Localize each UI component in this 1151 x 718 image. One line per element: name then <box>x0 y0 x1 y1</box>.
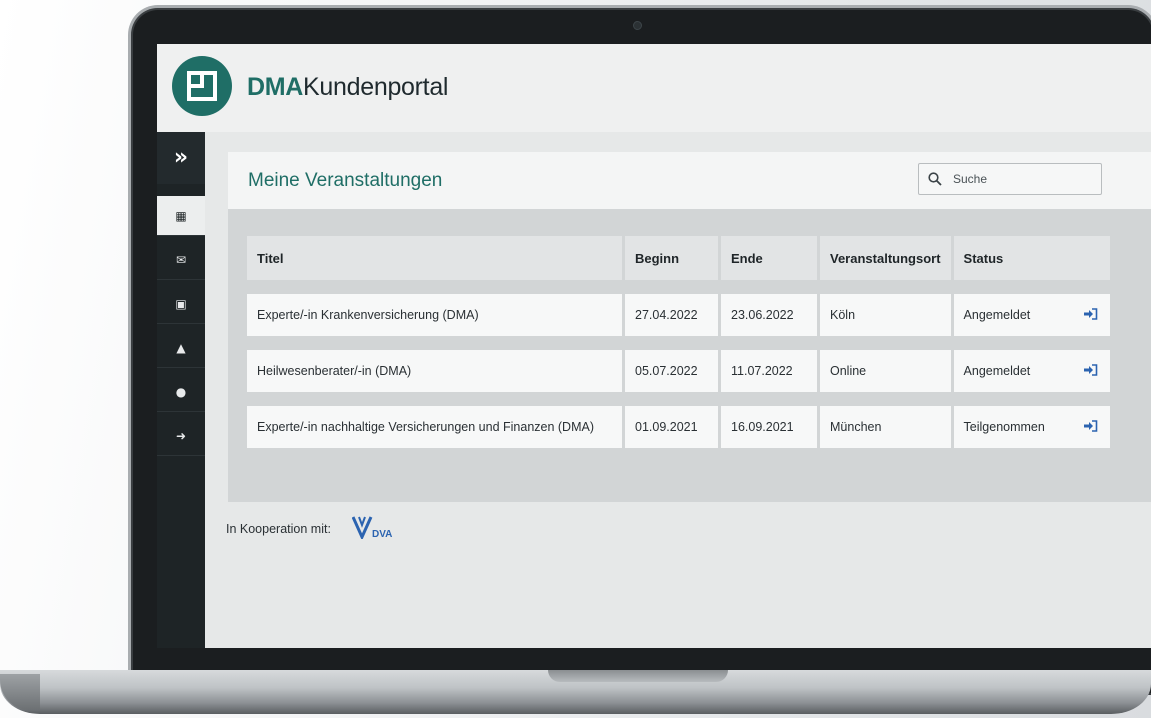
table-row[interactable]: Experte/-in nachhaltige Versicherungen u… <box>247 406 1110 448</box>
mail-icon: ✉ <box>175 253 187 267</box>
column-header-location[interactable]: Veranstaltungsort <box>820 236 951 280</box>
logout-icon: ➜ <box>175 429 187 443</box>
panel-header: Meine Veranstaltungen Suche <box>228 152 1151 209</box>
sidebar-expand-button[interactable]: » <box>157 132 205 184</box>
cell-title: Experte/-in Krankenversicherung (DMA) <box>247 294 622 336</box>
app-header: DMAKundenportal <box>157 44 1151 132</box>
login-icon[interactable] <box>1083 364 1098 376</box>
cell-location-text: München <box>830 420 882 434</box>
brand-bold: DMA <box>247 73 304 101</box>
cell-begin-text: 01.09.2021 <box>635 420 698 434</box>
dma-logo[interactable] <box>172 56 232 116</box>
cell-end-text: 16.09.2021 <box>731 420 794 434</box>
sidebar-item-id-card[interactable]: ▣ <box>157 284 205 324</box>
cell-status-text: Teilgenommen <box>963 420 1045 434</box>
column-header-status[interactable]: Status <box>953 236 1110 280</box>
cooperation-label: In Kooperation mit: <box>226 522 331 536</box>
cell-title: Heilwesenberater/-in (DMA) <box>247 350 622 392</box>
login-icon[interactable] <box>1083 308 1098 320</box>
calendar-icon: ▦ <box>175 209 187 223</box>
cell-end: 11.07.2022 <box>721 350 817 392</box>
cell-status-text: Angemeldet <box>963 364 1031 378</box>
search-placeholder: Suche <box>953 172 988 186</box>
sidebar-item-calendar[interactable]: ▦ <box>157 196 205 236</box>
cell-title-text: Experte/-in nachhaltige Versicherungen u… <box>257 420 594 434</box>
cell-status-text: Angemeldet <box>963 308 1031 322</box>
laptop-notch <box>548 670 728 682</box>
search-icon <box>928 172 942 186</box>
id-card-icon: ▣ <box>175 297 187 311</box>
search-input[interactable]: Suche <box>918 163 1102 195</box>
cell-status: Angemeldet <box>953 350 1110 392</box>
screen: DMAKundenportal » ▦ ✉ ▣ ▲ ● ➜ Meine Veranstal… <box>157 44 1151 648</box>
cell-begin: 01.09.2021 <box>625 406 718 448</box>
table-header-row: Titel Beginn Ende Veranstaltungsort Stat… <box>247 236 1110 280</box>
events-panel: Meine Veranstaltungen Suche Titel Beginn… <box>228 152 1151 502</box>
cell-end-text: 23.06.2022 <box>731 308 794 322</box>
dva-logo-text: DVA <box>372 529 393 540</box>
column-header-begin[interactable]: Beginn <box>625 236 718 280</box>
cell-title: Experte/-in nachhaltige Versicherungen u… <box>247 406 622 448</box>
cell-begin-text: 27.04.2022 <box>635 308 698 322</box>
table-row[interactable]: Heilwesenberater/-in (DMA) 05.07.2022 11.0… <box>247 350 1110 392</box>
cell-end-text: 11.07.2022 <box>731 364 793 378</box>
column-header-end[interactable]: Ende <box>721 236 817 280</box>
webcam <box>633 21 642 30</box>
cell-location-text: Köln <box>830 308 856 322</box>
cell-location-text: Online <box>830 364 867 378</box>
brand-title: DMAKundenportal <box>247 73 448 102</box>
sidebar-item-settings[interactable]: ● <box>157 372 205 412</box>
laptop-base-edge <box>0 674 40 710</box>
cell-begin: 05.07.2022 <box>625 350 718 392</box>
settings-icon: ● <box>175 385 187 399</box>
sidebar-item-mail[interactable]: ✉ <box>157 240 205 280</box>
table-row[interactable]: Experte/-in Krankenversicherung (DMA) 27.… <box>247 294 1110 336</box>
cell-end: 23.06.2022 <box>721 294 817 336</box>
login-icon[interactable] <box>1083 420 1098 432</box>
sidebar-item-logout[interactable]: ➜ <box>157 416 205 456</box>
cell-status: Teilgenommen <box>953 406 1110 448</box>
graduation-cap-icon: ▲ <box>176 341 186 355</box>
cell-begin: 27.04.2022 <box>625 294 718 336</box>
cell-status: Angemeldet <box>953 294 1110 336</box>
cell-end: 16.09.2021 <box>721 406 817 448</box>
cell-location: München <box>820 406 951 448</box>
page-title: Meine Veranstaltungen <box>248 170 443 191</box>
cell-begin-text: 05.07.2022 <box>635 364 698 378</box>
brand-rest: Kundenportal <box>303 73 449 101</box>
cell-location: Köln <box>820 294 951 336</box>
cell-title-text: Experte/-in Krankenversicherung (DMA) <box>257 308 479 322</box>
events-table: Titel Beginn Ende Veranstaltungsort Stat… <box>244 222 1113 462</box>
column-header-title[interactable]: Titel <box>247 236 622 280</box>
cell-title-text: Heilwesenberater/-in (DMA) <box>257 364 412 378</box>
sidebar-item-graduation-cap[interactable]: ▲ <box>157 328 205 368</box>
cell-location: Online <box>820 350 951 392</box>
sidebar: » ▦ ✉ ▣ ▲ ● ➜ <box>157 132 205 648</box>
screen-bezel <box>157 648 1151 672</box>
